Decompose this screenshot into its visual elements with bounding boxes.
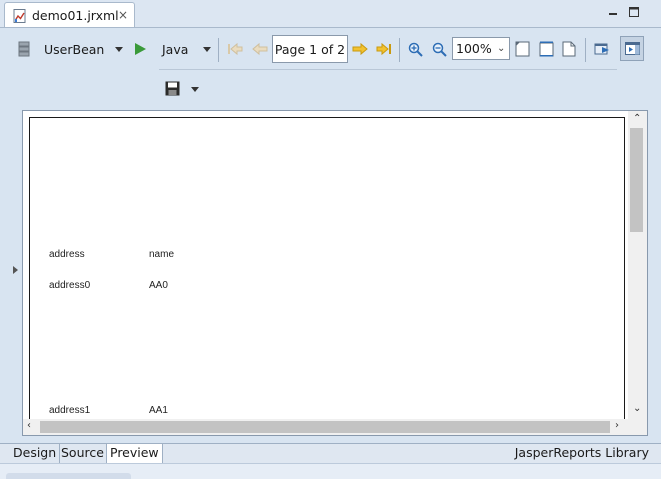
lower-panel-edge <box>0 463 661 479</box>
editor-tab-strip: demo01.jrxml × <box>0 0 661 28</box>
minimize-icon[interactable] <box>607 6 619 18</box>
scroll-corner <box>628 419 647 435</box>
report-viewer: address name address0 AA0 address1 AA1 ⌃… <box>22 110 648 436</box>
editor-tab-title: demo01.jrxml <box>32 8 119 23</box>
side-panel-icon <box>625 42 640 55</box>
tab-design[interactable]: Design <box>10 444 61 464</box>
chevron-down-icon[interactable] <box>115 35 123 63</box>
scroll-down-icon[interactable]: ⌄ <box>633 403 641 414</box>
toggle-side-panel-button[interactable] <box>620 36 644 61</box>
horizontal-scrollbar[interactable]: ‹ › <box>23 419 628 435</box>
lower-panel-tab <box>6 473 131 479</box>
language-select[interactable]: Java <box>162 35 188 63</box>
table-cell-address: address0 <box>49 280 91 291</box>
preview-toolbar: UserBean Java Page 1 of 2 100% ⌄ <box>12 35 652 63</box>
preview-panel: UserBean Java Page 1 of 2 100% ⌄ address… <box>0 27 661 443</box>
zoom-out-icon[interactable] <box>432 35 447 63</box>
column-header-address: address <box>49 249 85 260</box>
export-icon[interactable] <box>594 35 610 63</box>
datasource-select[interactable]: UserBean <box>44 35 104 63</box>
horizontal-scroll-thumb[interactable] <box>40 421 610 433</box>
maximize-icon[interactable] <box>628 6 640 18</box>
page-indicator[interactable]: Page 1 of 2 <box>272 35 348 63</box>
first-page-icon[interactable] <box>227 35 243 63</box>
expand-panel-icon[interactable] <box>13 266 18 274</box>
chevron-down-icon[interactable]: ⌄ <box>497 43 505 54</box>
table-cell-name: AA0 <box>149 280 168 291</box>
toolbar-separator <box>218 38 219 62</box>
zoom-value: 100% <box>456 41 492 56</box>
fit-width-icon[interactable] <box>562 35 576 63</box>
report-editor: demo01.jrxml × UserBean Java Page 1 of 2… <box>0 0 661 479</box>
vertical-scrollbar[interactable]: ⌃ ⌄ <box>628 111 647 421</box>
toolbar-separator <box>399 38 400 62</box>
actual-size-icon[interactable] <box>515 35 530 63</box>
table-cell-name: AA1 <box>149 405 168 416</box>
last-page-icon[interactable] <box>376 35 392 63</box>
jasperreports-library-label[interactable]: JasperReports Library <box>515 445 649 460</box>
vertical-scroll-thumb[interactable] <box>630 128 643 232</box>
tab-preview[interactable]: Preview <box>106 444 163 464</box>
editor-page-tabs: Design Source Preview JasperReports Libr… <box>0 443 661 464</box>
chevron-down-icon[interactable] <box>191 87 199 92</box>
datasource-icon <box>18 35 30 63</box>
previous-page-icon[interactable] <box>252 35 268 63</box>
editor-tab[interactable]: demo01.jrxml × <box>4 2 135 28</box>
jrxml-file-icon <box>13 9 26 23</box>
toolbar-separator <box>585 38 586 62</box>
zoom-in-icon[interactable] <box>408 35 423 63</box>
scroll-up-icon[interactable]: ⌃ <box>633 113 641 124</box>
chevron-down-icon[interactable] <box>203 35 211 63</box>
save-icon[interactable] <box>165 81 180 96</box>
close-icon[interactable]: × <box>118 8 128 22</box>
zoom-select[interactable]: 100% ⌄ <box>452 37 510 60</box>
run-report-icon[interactable] <box>134 35 146 63</box>
scroll-right-icon[interactable]: › <box>615 420 619 431</box>
table-cell-address: address1 <box>49 405 91 416</box>
toolbar-divider <box>159 69 617 70</box>
scroll-left-icon[interactable]: ‹ <box>27 420 31 431</box>
column-header-name: name <box>149 249 175 260</box>
next-page-icon[interactable] <box>352 35 368 63</box>
tab-source[interactable]: Source <box>58 444 108 464</box>
fit-page-icon[interactable] <box>539 35 554 63</box>
report-page: address name address0 AA0 address1 AA1 <box>29 117 625 431</box>
